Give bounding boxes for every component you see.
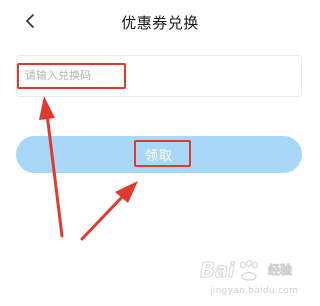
watermark-suffix: 经验 (268, 263, 293, 278)
paw-logo-icon (237, 260, 261, 286)
claim-button[interactable]: 领取 (16, 136, 302, 173)
app-header: 优惠券兑换 (0, 0, 320, 44)
claim-button-label: 领取 (144, 149, 173, 164)
watermark-brand: Bai (199, 258, 235, 283)
arrow-to-button (80, 181, 138, 241)
page-title: 优惠券兑换 (121, 14, 199, 32)
redeem-code-card (16, 55, 302, 97)
redeem-code-input[interactable] (21, 64, 225, 86)
baidu-jingyan-watermark: Bai 经验 jingyan.baidu.com (196, 258, 314, 302)
watermark-url: jingyan.baidu.com (210, 286, 299, 296)
